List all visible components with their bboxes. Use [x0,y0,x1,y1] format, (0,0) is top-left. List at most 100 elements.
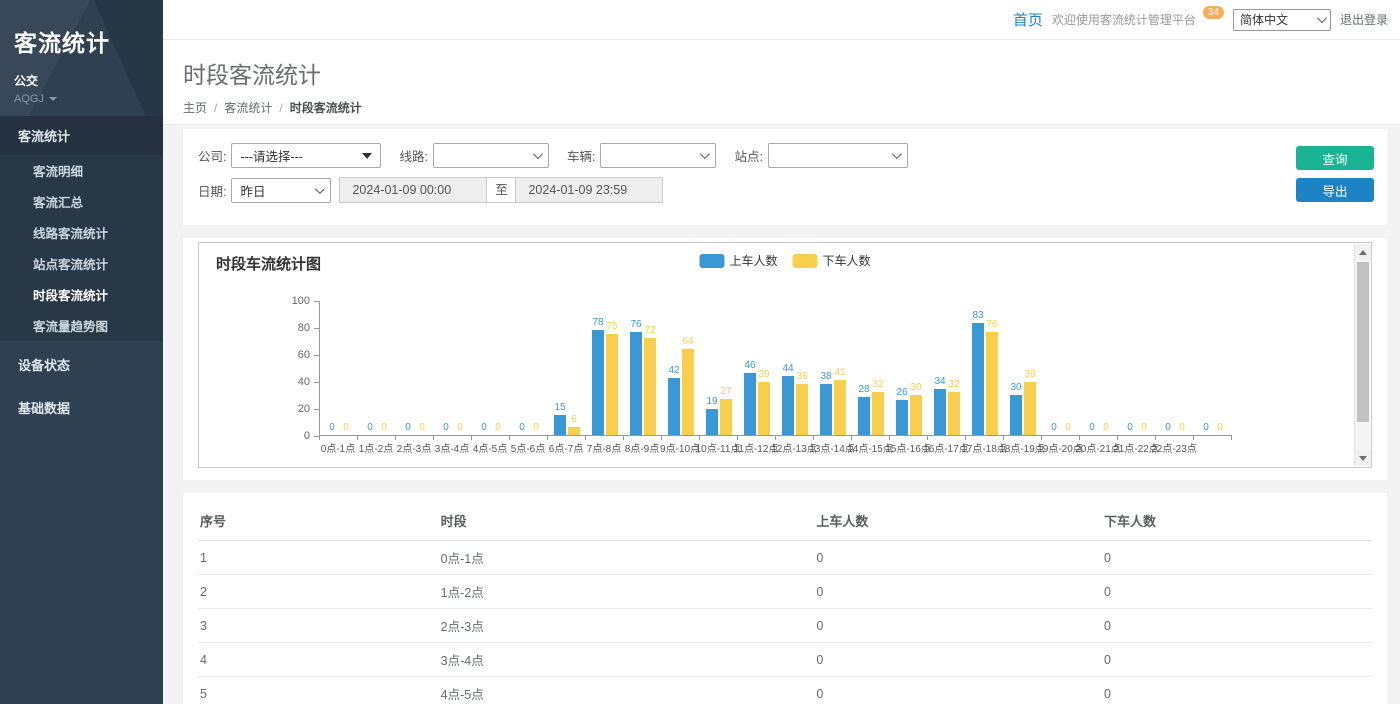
language-select[interactable]: 简体中文 [1233,9,1331,31]
table-row: 43点-4点00 [198,643,1372,677]
date-end-input[interactable]: 2024-01-09 23:59 [515,177,663,203]
home-link[interactable]: 首页 [1013,9,1043,30]
bar-value-label: 0 [495,422,501,433]
chart-category-18点-19点: 3039 [1004,301,1042,435]
chart-category-17点-18点: 8376 [966,301,1004,435]
bar-group: 30 [910,382,922,436]
scrollbar-up-arrow[interactable] [1355,244,1371,260]
chart-bar [720,399,732,435]
bar-group: 38 [820,371,832,435]
chart-legend: 上车人数 下车人数 [699,252,870,269]
chart-bar [1024,382,1036,435]
table-cell: 0 [1102,575,1372,609]
x-axis-label: 5点-6点 [511,440,545,455]
bar-value-label: 0 [533,422,539,433]
chart-category-12点-13点: 4438 [776,301,814,435]
table-row: 32点-3点00 [198,609,1372,643]
user-menu[interactable]: AQGJ [14,93,163,105]
sidebar-item-客流量趋势图[interactable]: 客流量趋势图 [0,310,163,341]
bar-value-label: 6 [571,414,577,425]
bar-value-label: 64 [682,336,693,347]
notification-badge[interactable]: 34 [1203,6,1224,19]
page-title: 时段客流统计 [183,56,1400,90]
col-header-period: 时段 [439,501,815,541]
bar-value-label: 0 [381,422,387,433]
sidebar-other-items: 设备状态基础数据 [0,345,163,427]
bar-group: 0 [1138,422,1150,435]
bar-value-label: 34 [934,376,945,387]
x-axis-label: 2点-3点 [397,440,431,455]
station-select[interactable] [768,143,908,168]
chart-category-13点-14点: 3841 [814,301,852,435]
bar-value-label: 0 [1089,422,1095,433]
scrollbar-down-arrow[interactable] [1355,450,1371,466]
y-axis-tick [314,328,319,329]
table-cell: 3点-4点 [439,643,815,677]
sidebar-item-基础数据[interactable]: 基础数据 [0,388,163,427]
bar-group: 0 [326,422,338,435]
query-button[interactable]: 查询 [1296,146,1374,170]
vehicle-select[interactable] [600,143,716,168]
table-header-row: 序号 时段 上车人数 下车人数 [198,501,1372,541]
date-preset-select[interactable]: 昨日 [231,178,331,203]
bar-group: 6 [568,414,580,435]
table-cell: 0点-1点 [439,541,815,575]
x-axis-label-cell: 13点-14点 [813,440,851,455]
sidebar: 客流统计 公交 AQGJ 客流统计 客流明细客流汇总线路客流统计站点客流统计时段… [0,0,163,704]
bar-group: 76 [630,319,642,435]
line-select[interactable] [433,143,549,168]
bar-group: 39 [758,369,770,435]
legend-item-下车人数[interactable]: 下车人数 [793,252,871,269]
bar-value-label: 32 [872,379,883,390]
chart-bar [834,380,846,435]
bar-value-label: 39 [1024,369,1035,380]
export-button[interactable]: 导出 [1296,178,1374,202]
y-axis-label: 20 [276,403,310,415]
x-axis-label-cell: 2点-3点 [395,440,433,455]
bar-value-label: 0 [1051,422,1057,433]
scrollbar-thumb[interactable] [1357,262,1369,422]
sidebar-item-线路客流统计[interactable]: 线路客流统计 [0,217,163,248]
breadcrumb-parent[interactable]: 客流统计 [224,99,272,116]
sidebar-item-站点客流统计[interactable]: 站点客流统计 [0,248,163,279]
company-select[interactable]: ---请选择--- [231,143,381,168]
bar-group: 0 [1048,422,1060,435]
bar-group: 19 [706,396,718,435]
bar-value-label: 42 [668,365,679,376]
sidebar-item-设备状态[interactable]: 设备状态 [0,345,163,384]
legend-swatch [793,254,818,268]
sidebar-item-客流汇总[interactable]: 客流汇总 [0,186,163,217]
sidebar-header: 客流统计 公交 AQGJ [0,0,163,116]
chart-box: 时段车流统计图 上车人数下车人数 00000000000015678757672… [198,242,1372,468]
date-start-input[interactable]: 2024-01-09 00:00 [339,177,487,203]
sidebar-item-客流明细[interactable]: 客流明细 [0,155,163,186]
legend-item-上车人数[interactable]: 上车人数 [699,252,777,269]
x-axis-label-cell: 14点-15点 [851,440,889,455]
x-axis-label-cell: 8点-9点 [623,440,661,455]
x-axis-label-cell: 1点-2点 [357,440,395,455]
app-title: 客流统计 [14,24,163,58]
bar-value-label: 0 [481,422,487,433]
bar-group: 78 [592,317,604,435]
chart-vertical-scrollbar[interactable] [1354,244,1370,466]
breadcrumb-separator: / [214,101,217,115]
breadcrumb-home[interactable]: 主页 [183,99,207,116]
x-axis-label: 9点-10点 [660,440,700,455]
table-cell: 2 [198,575,439,609]
chart-bar [706,409,718,435]
logout-link[interactable]: 退出登录 [1340,11,1388,28]
sidebar-item-时段客流统计[interactable]: 时段客流统计 [0,279,163,310]
chart-bar [1010,395,1022,436]
bar-value-label: 38 [796,371,807,382]
table-row: 10点-1点00 [198,541,1372,575]
y-axis-label: 0 [276,430,310,442]
chevron-down-icon [49,97,57,101]
sidebar-item-passenger-stats[interactable]: 客流统计 [0,116,163,155]
chevron-down-icon [315,184,325,194]
legend-label: 下车人数 [823,252,871,269]
x-axis-label-cell: 11点-12点 [737,440,775,455]
x-axis-label: 4点-5点 [473,440,507,455]
chart-category-23点-24点: 00 [1194,301,1232,435]
bar-group: 0 [1200,422,1212,435]
bar-group: 38 [796,371,808,435]
